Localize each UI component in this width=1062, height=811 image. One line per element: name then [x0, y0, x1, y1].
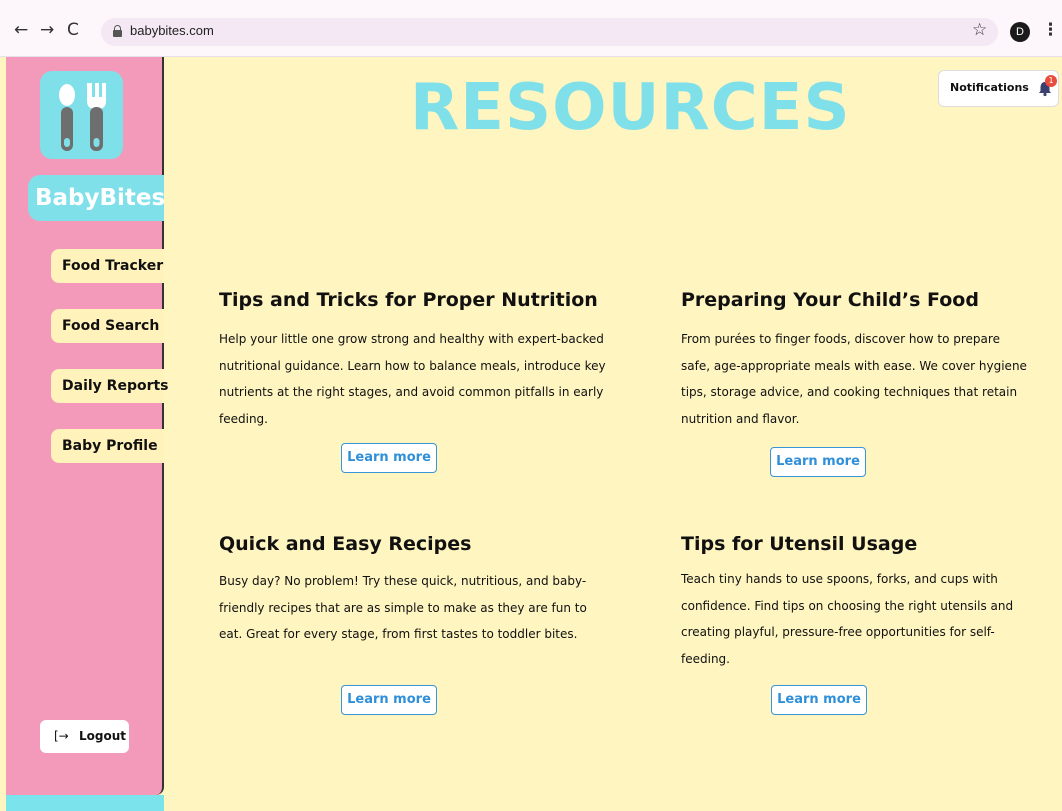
card-text-nutrition: Help your little one grow strong and hea… — [219, 332, 606, 426]
brand-name: BabyBites — [28, 175, 165, 221]
learn-more-button-recipes[interactable]: Learn more — [341, 685, 437, 715]
logout-button[interactable]: [→ Logout — [40, 720, 129, 753]
lock-icon — [113, 25, 122, 37]
logout-label: Logout — [79, 729, 127, 743]
learn-more-button-utensils[interactable]: Learn more — [771, 685, 867, 715]
profile-avatar[interactable]: D — [1010, 22, 1030, 42]
notification-count-badge: 1 — [1045, 75, 1057, 87]
bookmark-star-icon[interactable]: ☆ — [972, 20, 987, 40]
card-title-nutrition: Tips and Tricks for Proper Nutrition — [219, 289, 598, 311]
back-arrow-icon[interactable]: ← — [14, 20, 28, 40]
forward-arrow-icon[interactable]: → — [40, 20, 54, 40]
browser-menu-icon[interactable]: ⋮ — [1042, 20, 1059, 40]
learn-more-button-nutrition[interactable]: Learn more — [341, 443, 437, 473]
sidebar-footer-strip — [6, 795, 164, 811]
card-text-recipes: Busy day? No problem! Try these quick, n… — [219, 574, 587, 641]
sidebar-item-food-tracker[interactable]: Food Tracker — [51, 249, 164, 283]
sidebar — [6, 57, 164, 795]
sidebar-item-baby-profile[interactable]: Baby Profile — [51, 429, 164, 463]
spoon-fork-icon — [59, 83, 106, 151]
card-title-recipes: Quick and Easy Recipes — [219, 533, 472, 555]
sidebar-item-food-search[interactable]: Food Search — [51, 309, 164, 343]
sidebar-item-daily-reports[interactable]: Daily Reports — [51, 369, 169, 403]
address-bar[interactable]: babybites.com — [101, 18, 998, 46]
card-text-food-prep: From purées to finger foods, discover ho… — [681, 332, 1027, 426]
app-logo[interactable] — [40, 71, 123, 159]
notifications-label: Notifications — [950, 81, 1029, 94]
card-title-food-prep: Preparing Your Child’s Food — [681, 289, 979, 311]
notifications-button[interactable]: Notifications 1 — [938, 70, 1059, 107]
url-text: babybites.com — [130, 23, 214, 38]
reload-icon[interactable]: C — [67, 20, 79, 40]
page-title: RESOURCES — [410, 71, 851, 145]
browser-toolbar: ← → C babybites.com ☆ D ⋮ — [0, 0, 1062, 57]
card-title-utensils: Tips for Utensil Usage — [681, 533, 918, 555]
card-text-utensils: Teach tiny hands to use spoons, forks, a… — [681, 572, 1014, 666]
learn-more-button-food-prep[interactable]: Learn more — [770, 447, 866, 477]
logout-icon: [→ — [54, 729, 69, 743]
